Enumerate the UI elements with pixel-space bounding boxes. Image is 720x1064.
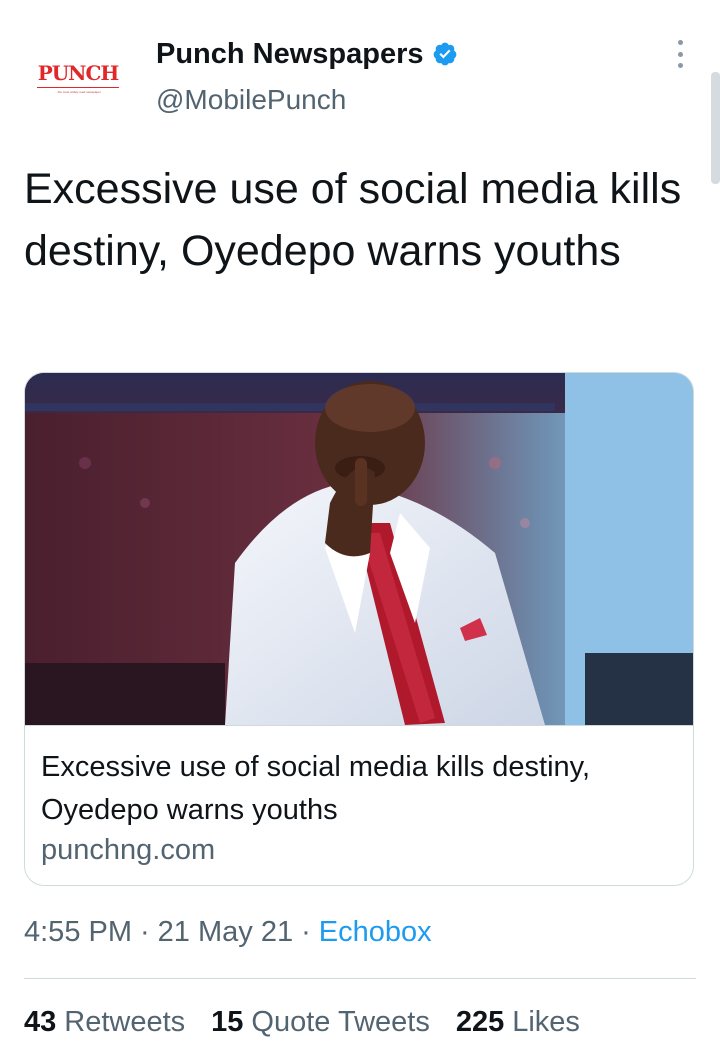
tweet-time[interactable]: 4:55 PM (24, 916, 132, 949)
likes-count: 225 (455, 1006, 505, 1038)
likes-label: Likes (512, 1006, 580, 1038)
retweets-stat[interactable]: 43 Retweets (24, 1006, 185, 1039)
more-vertical-icon[interactable] (666, 36, 694, 72)
quote-tweets-stat[interactable]: 15 Quote Tweets (211, 1006, 430, 1039)
avatar[interactable]: PUNCH ...the most widely read newspaper (24, 42, 132, 114)
card-domain: punchng.com (41, 834, 216, 866)
meta-separator: · (140, 916, 150, 948)
meta-separator: · (301, 916, 311, 948)
account-handle[interactable]: @MobilePunch (156, 84, 346, 116)
card-title[interactable]: Excessive use of social media kills dest… (41, 746, 681, 832)
logo-rule (37, 87, 119, 88)
more-dot (677, 63, 683, 68)
quote-tweets-label: Quote Tweets (251, 1006, 430, 1038)
tweet-meta: 4:55 PM · 21 May 21 · Echobox (24, 916, 432, 949)
tweet-text: Excessive use of social media kills dest… (24, 165, 682, 275)
tweet-source[interactable]: Echobox (319, 916, 432, 949)
tweet-date[interactable]: 21 May 21 (158, 916, 293, 949)
verified-badge-icon (433, 42, 456, 66)
card-body[interactable]: Excessive use of social media kills dest… (25, 725, 693, 885)
likes-stat[interactable]: 225 Likes (456, 1006, 580, 1039)
punch-logo: PUNCH (37, 61, 120, 85)
more-dot (677, 51, 683, 57)
divider (24, 978, 696, 979)
logo-tagline: ...the most widely read newspaper (55, 90, 101, 94)
card-image[interactable] (25, 373, 694, 725)
scrollbar[interactable] (711, 72, 720, 184)
retweets-label: Retweets (64, 1006, 186, 1038)
name-row: Punch Newspapers (156, 34, 458, 74)
tweet-header: PUNCH ...the most widely read newspaper … (0, 0, 720, 140)
quote-tweets-count: 15 (211, 1006, 244, 1038)
more-dot (677, 40, 683, 45)
retweets-count: 43 (24, 1006, 57, 1038)
link-card[interactable]: Excessive use of social media kills dest… (24, 372, 694, 886)
engagement-stats: 43 Retweets 15 Quote Tweets 225 Likes (24, 1006, 606, 1039)
display-name[interactable]: Punch Newspapers (156, 38, 424, 71)
